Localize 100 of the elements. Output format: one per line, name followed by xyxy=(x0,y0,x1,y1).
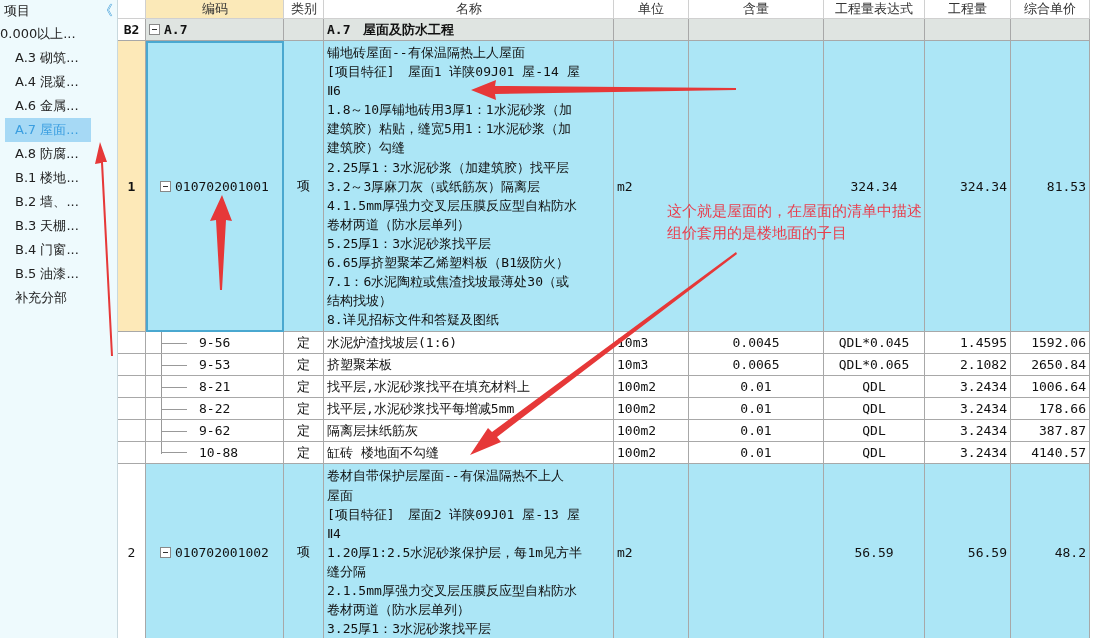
code-text: 9-56 xyxy=(199,335,231,351)
content-cell: 0.01 xyxy=(689,442,824,465)
content-cell: 0.01 xyxy=(689,376,824,399)
content-cell: 0.01 xyxy=(689,398,824,421)
price-cell: 81.53 xyxy=(1011,41,1090,333)
expression-cell: QDL xyxy=(824,398,925,421)
type-cell: 定 xyxy=(284,354,324,377)
description-line: 3.2～3厚麻刀灰（或纸筋灰）隔离层 xyxy=(327,177,541,196)
type-cell: 项 xyxy=(284,41,324,333)
tree-line xyxy=(161,354,187,376)
description-line: 卷材两道（防水层单列） xyxy=(327,215,470,234)
code-text: 8-22 xyxy=(199,401,231,417)
description-line: 4.1.5mm厚强力交叉层压膜反应型自粘防水 xyxy=(327,196,577,215)
row-header[interactable] xyxy=(118,442,146,465)
unit-cell: 100m2 xyxy=(614,420,689,443)
row-header[interactable]: B2 xyxy=(118,19,146,41)
name-cell: 水泥炉渣找坡层(1:6) xyxy=(324,332,614,355)
name-cell: 找平层,水泥砂浆找平在填充材料上 xyxy=(324,376,614,399)
unit-cell: 10m3 xyxy=(614,332,689,355)
type-cell: 定 xyxy=(284,420,324,443)
price-cell: 1592.06 xyxy=(1011,332,1090,355)
name-cell: 找平层,水泥砂浆找平每增减5mm xyxy=(324,398,614,421)
tree-item[interactable]: A.6 金属... xyxy=(5,94,91,118)
description-line: 建筑胶）勾缝 xyxy=(327,139,405,158)
description-line: 8.详见招标文件和答疑及图纸 xyxy=(327,311,499,330)
column-header[interactable]: 单位 xyxy=(614,0,689,19)
description-line: [项目特征] 屋面1 详陕09J01 屋-14 屋 xyxy=(327,63,580,82)
tree-line xyxy=(161,376,187,398)
description-line: 铺地砖屋面--有保温隔热上人屋面 xyxy=(327,44,525,62)
price-cell: 1006.64 xyxy=(1011,376,1090,399)
description-line: 2.1.5mm厚强力交叉层压膜反应型自粘防水 xyxy=(327,581,577,600)
name-cell: 挤塑聚苯板 xyxy=(324,354,614,377)
column-header[interactable]: 工程量 xyxy=(925,0,1011,19)
description-line: 缝分隔 xyxy=(327,562,366,581)
description-line: 卷材两道（防水层单列） xyxy=(327,601,470,620)
description-line: Ⅱ6 xyxy=(327,82,341,101)
collapse-toggle[interactable] xyxy=(149,24,160,35)
description-line: 7.1：6水泥陶粒或焦渣找坡最薄处30（或 xyxy=(327,273,569,292)
column-header[interactable]: 名称 xyxy=(324,0,614,19)
column-header[interactable]: 工程量表达式 xyxy=(824,0,925,19)
expression-cell: QDL xyxy=(824,420,925,443)
price-cell: 2650.84 xyxy=(1011,354,1090,377)
collapse-toggle[interactable] xyxy=(160,546,172,558)
quantity-cell: 2.1082 xyxy=(925,354,1011,377)
column-header[interactable]: 类别 xyxy=(284,0,324,19)
collapse-toggle[interactable] xyxy=(160,180,172,192)
price-cell: 387.87 xyxy=(1011,420,1090,443)
annotation-text: 这个就是屋面的，在屋面的清单中描述 xyxy=(667,201,922,222)
row-header[interactable] xyxy=(118,398,146,421)
row-header[interactable] xyxy=(118,420,146,443)
type-cell: 定 xyxy=(284,376,324,399)
code-text: 8-21 xyxy=(199,379,231,395)
price-cell: 178.66 xyxy=(1011,398,1090,421)
code-text: 9-53 xyxy=(199,357,231,373)
panel-title: 项目 xyxy=(4,2,30,20)
tree-item[interactable]: B.4 门窗... xyxy=(5,238,91,262)
tree-item[interactable]: B.1 楼地... xyxy=(5,166,91,190)
row-header[interactable] xyxy=(118,354,146,377)
tree-item[interactable]: B.2 墙、... xyxy=(5,190,91,214)
tree-item[interactable]: A.3 砌筑... xyxy=(5,46,91,70)
description-line: [项目特征] 屋面2 详陕09J01 屋-13 屋 xyxy=(327,505,580,524)
tree-item[interactable]: B.5 油漆... xyxy=(5,262,91,286)
column-header[interactable]: 综合单价 xyxy=(1011,0,1090,19)
type-cell: 项 xyxy=(284,464,324,638)
row-header[interactable] xyxy=(118,332,146,355)
unit-cell: 10m3 xyxy=(614,354,689,377)
description-line: 2.25厚1：3水泥砂浆（加建筑胶）找平层 xyxy=(327,158,569,177)
description-line: 6.65厚挤塑聚苯乙烯塑料板（B1级防火） xyxy=(327,254,569,273)
tree-item[interactable]: A.8 防腐... xyxy=(5,142,91,166)
tree-item[interactable]: B.3 天棚... xyxy=(5,214,91,238)
type-cell: 定 xyxy=(284,442,324,465)
row-header[interactable]: 1 xyxy=(118,41,146,333)
quantity-cell: 56.59 xyxy=(925,464,1011,638)
expression-cell: 56.59 xyxy=(824,464,925,638)
expression-cell: QDL xyxy=(824,442,925,465)
name-cell: 缸砖 楼地面不勾缝 xyxy=(324,442,614,465)
price-cell: 48.2 xyxy=(1011,464,1090,638)
name-cell: 隔离层抹纸筋灰 xyxy=(324,420,614,443)
expression-cell: QDL xyxy=(824,376,925,399)
description-line: 卷材自带保护层屋面--有保温隔热不上人 xyxy=(327,467,564,486)
description-line: 结构找坡） xyxy=(327,292,392,311)
code-text: 010702001002 xyxy=(175,544,269,560)
code-text: A.7 xyxy=(164,22,188,37)
tree-item[interactable]: 0.000以上... xyxy=(0,22,96,46)
row-header[interactable] xyxy=(118,376,146,399)
description-line: 5.25厚1：3水泥砂浆找平层 xyxy=(327,234,491,253)
tree-item[interactable]: A.4 混凝... xyxy=(5,70,91,94)
column-header[interactable]: 编码 xyxy=(146,0,284,19)
annotation-text: 组价套用的是楼地面的子目 xyxy=(667,223,848,244)
description-line: 3.25厚1：3水泥砂浆找平层 xyxy=(327,620,491,638)
description-line: 屋面 xyxy=(327,486,353,505)
quantity-cell: 324.34 xyxy=(925,41,1011,333)
unit-cell: 100m2 xyxy=(614,376,689,399)
column-header[interactable]: 含量 xyxy=(689,0,824,19)
tree-item[interactable]: 补充分部 xyxy=(5,286,91,310)
description-line: 1.20厚1:2.5水泥砂浆保护层，每1m见方半 xyxy=(327,543,583,562)
expression-cell: QDL*0.045 xyxy=(824,332,925,355)
unit-cell: 100m2 xyxy=(614,442,689,465)
description-line: 建筑胶）粘贴，缝宽5用1：1水泥砂浆（加 xyxy=(327,120,572,139)
type-cell: 定 xyxy=(284,332,324,355)
